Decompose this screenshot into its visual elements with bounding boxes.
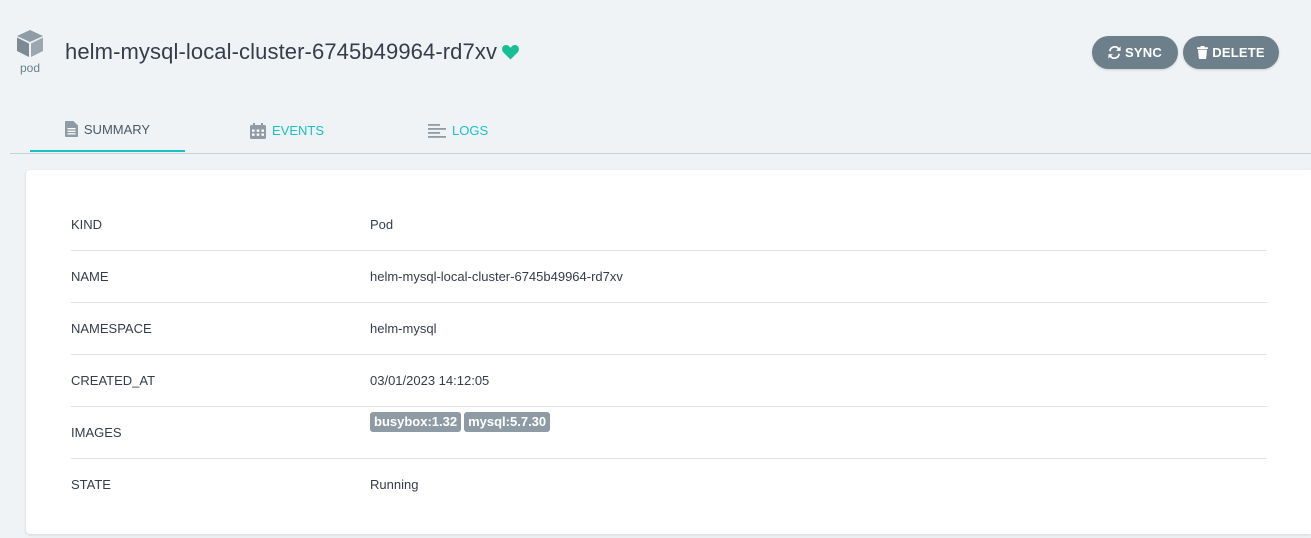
row-key: NAMESPACE — [71, 321, 152, 336]
summary-row-name: NAME helm-mysql-local-cluster-6745b49964… — [71, 251, 1267, 303]
summary-row-created-at: CREATED_AT 03/01/2023 14:12:05 — [71, 355, 1267, 407]
sync-button[interactable]: SYNC — [1092, 36, 1178, 69]
tab-bar: SUMMARY EVENTS LOGS — [10, 108, 1311, 154]
tab-logs-label: LOGS — [452, 123, 489, 138]
tab-events[interactable]: EVENTS — [250, 108, 330, 153]
resource-kind: pod — [14, 28, 46, 75]
summary-panel: KIND Pod NAME helm-mysql-local-cluster-6… — [26, 170, 1311, 534]
row-key: NAME — [71, 269, 109, 284]
row-value: helm-mysql — [370, 321, 437, 336]
row-key: STATE — [71, 477, 111, 492]
align-left-icon — [428, 123, 446, 138]
image-list: busybox:1.32 mysql:5.7.30 — [370, 412, 551, 432]
cube-icon — [17, 30, 43, 57]
row-value: Running — [370, 477, 419, 492]
image-badge: busybox:1.32 — [370, 412, 462, 432]
page-title: helm-mysql-local-cluster-6745b49964-rd7x… — [65, 38, 519, 66]
resource-header: pod helm-mysql-local-cluster-6745b49964-… — [0, 0, 1311, 100]
file-icon — [64, 121, 78, 137]
row-key: CREATED_AT — [71, 373, 156, 388]
resource-name: helm-mysql-local-cluster-6745b49964-rd7x… — [65, 39, 498, 64]
tab-logs[interactable]: LOGS — [428, 108, 508, 153]
row-value: Pod — [370, 217, 394, 232]
header-actions: SYNC DELETE — [1092, 36, 1279, 69]
sync-icon — [1108, 46, 1121, 59]
summary-row-kind: KIND Pod — [71, 199, 1267, 251]
delete-label: DELETE — [1212, 45, 1265, 60]
sync-label: SYNC — [1125, 45, 1162, 60]
trash-icon — [1197, 46, 1209, 59]
row-key: IMAGES — [71, 425, 122, 440]
calendar-icon — [250, 122, 266, 139]
tab-events-label: EVENTS — [272, 123, 325, 138]
tab-summary[interactable]: SUMMARY — [30, 108, 185, 152]
summary-row-state: STATE Running — [71, 459, 1267, 510]
summary-row-namespace: NAMESPACE helm-mysql — [71, 303, 1267, 355]
row-key: KIND — [71, 217, 103, 232]
image-badge: mysql:5.7.30 — [464, 412, 551, 432]
summary-row-images: IMAGES busybox:1.32 mysql:5.7.30 — [71, 407, 1267, 459]
tab-summary-label: SUMMARY — [83, 121, 151, 137]
delete-button[interactable]: DELETE — [1183, 36, 1279, 69]
row-value: 03/01/2023 14:12:05 — [370, 373, 490, 388]
kind-label: pod — [19, 61, 41, 75]
heart-icon — [502, 40, 519, 66]
summary-table: KIND Pod NAME helm-mysql-local-cluster-6… — [71, 199, 1267, 510]
row-value: helm-mysql-local-cluster-6745b49964-rd7x… — [370, 269, 623, 284]
